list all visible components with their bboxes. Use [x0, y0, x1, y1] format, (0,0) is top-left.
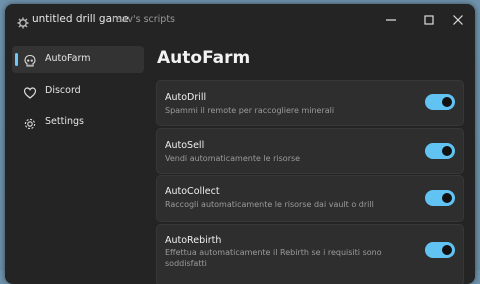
card-title: AutoCollect: [165, 186, 220, 197]
autocollect-toggle[interactable]: [425, 190, 455, 206]
autorebirth-toggle[interactable]: [425, 242, 455, 258]
toggle-card-autorebirth: AutoRebirth Effettua automaticamente il …: [156, 224, 464, 284]
toggle-card-autosell: AutoSell Vendi automaticamente le risors…: [156, 128, 464, 174]
autodrill-toggle[interactable]: [425, 94, 455, 110]
heart-icon: [23, 85, 37, 99]
maximize-button[interactable]: [419, 11, 439, 29]
sidebar-item-discord[interactable]: Discord: [12, 78, 144, 105]
toggle-card-autodrill: AutoDrill Spammi il remote per raccoglie…: [156, 80, 464, 126]
sidebar: AutoFarm Discord Settings: [5, 36, 152, 284]
sidebar-item-label: Discord: [45, 85, 81, 96]
card-description: Spammi il remote per raccogliere mineral…: [165, 106, 335, 115]
sidebar-item-label: AutoFarm: [45, 53, 91, 64]
title-bar[interactable]: untitled drill game reav's scripts: [5, 4, 475, 36]
gear-icon: [17, 14, 29, 29]
card-description: Effettua automaticamente il Rebirth se i…: [165, 248, 382, 268]
card-title: AutoDrill: [165, 92, 207, 103]
sidebar-item-label: Settings: [45, 116, 84, 127]
toggle-card-autocollect: AutoCollect Raccogli automaticamente le …: [156, 175, 464, 222]
close-icon: [453, 15, 463, 25]
card-description: Vendi automaticamente le risorse: [165, 154, 301, 163]
toggle-knob: [442, 97, 452, 107]
autosell-toggle[interactable]: [425, 143, 455, 159]
close-button[interactable]: [448, 11, 468, 29]
skull-icon: [23, 53, 37, 67]
maximize-icon: [424, 15, 434, 25]
app-window: untitled drill game reav's scripts AutoF…: [5, 4, 475, 284]
toggle-knob: [442, 245, 452, 255]
window-subtitle: reav's scripts: [112, 14, 175, 25]
minimize-icon: [386, 19, 396, 21]
gear-icon: [23, 116, 37, 130]
sidebar-item-settings[interactable]: Settings: [12, 109, 144, 136]
card-description: Raccogli automaticamente le risorse dai …: [165, 200, 374, 209]
card-title: AutoSell: [165, 140, 205, 151]
card-title: AutoRebirth: [165, 235, 222, 246]
active-indicator: [15, 53, 18, 66]
sidebar-item-autofarm[interactable]: AutoFarm: [12, 46, 144, 73]
toggle-knob: [442, 146, 452, 156]
page-title: AutoFarm: [157, 48, 251, 68]
minimize-button[interactable]: [381, 11, 401, 29]
toggle-knob: [442, 193, 452, 203]
